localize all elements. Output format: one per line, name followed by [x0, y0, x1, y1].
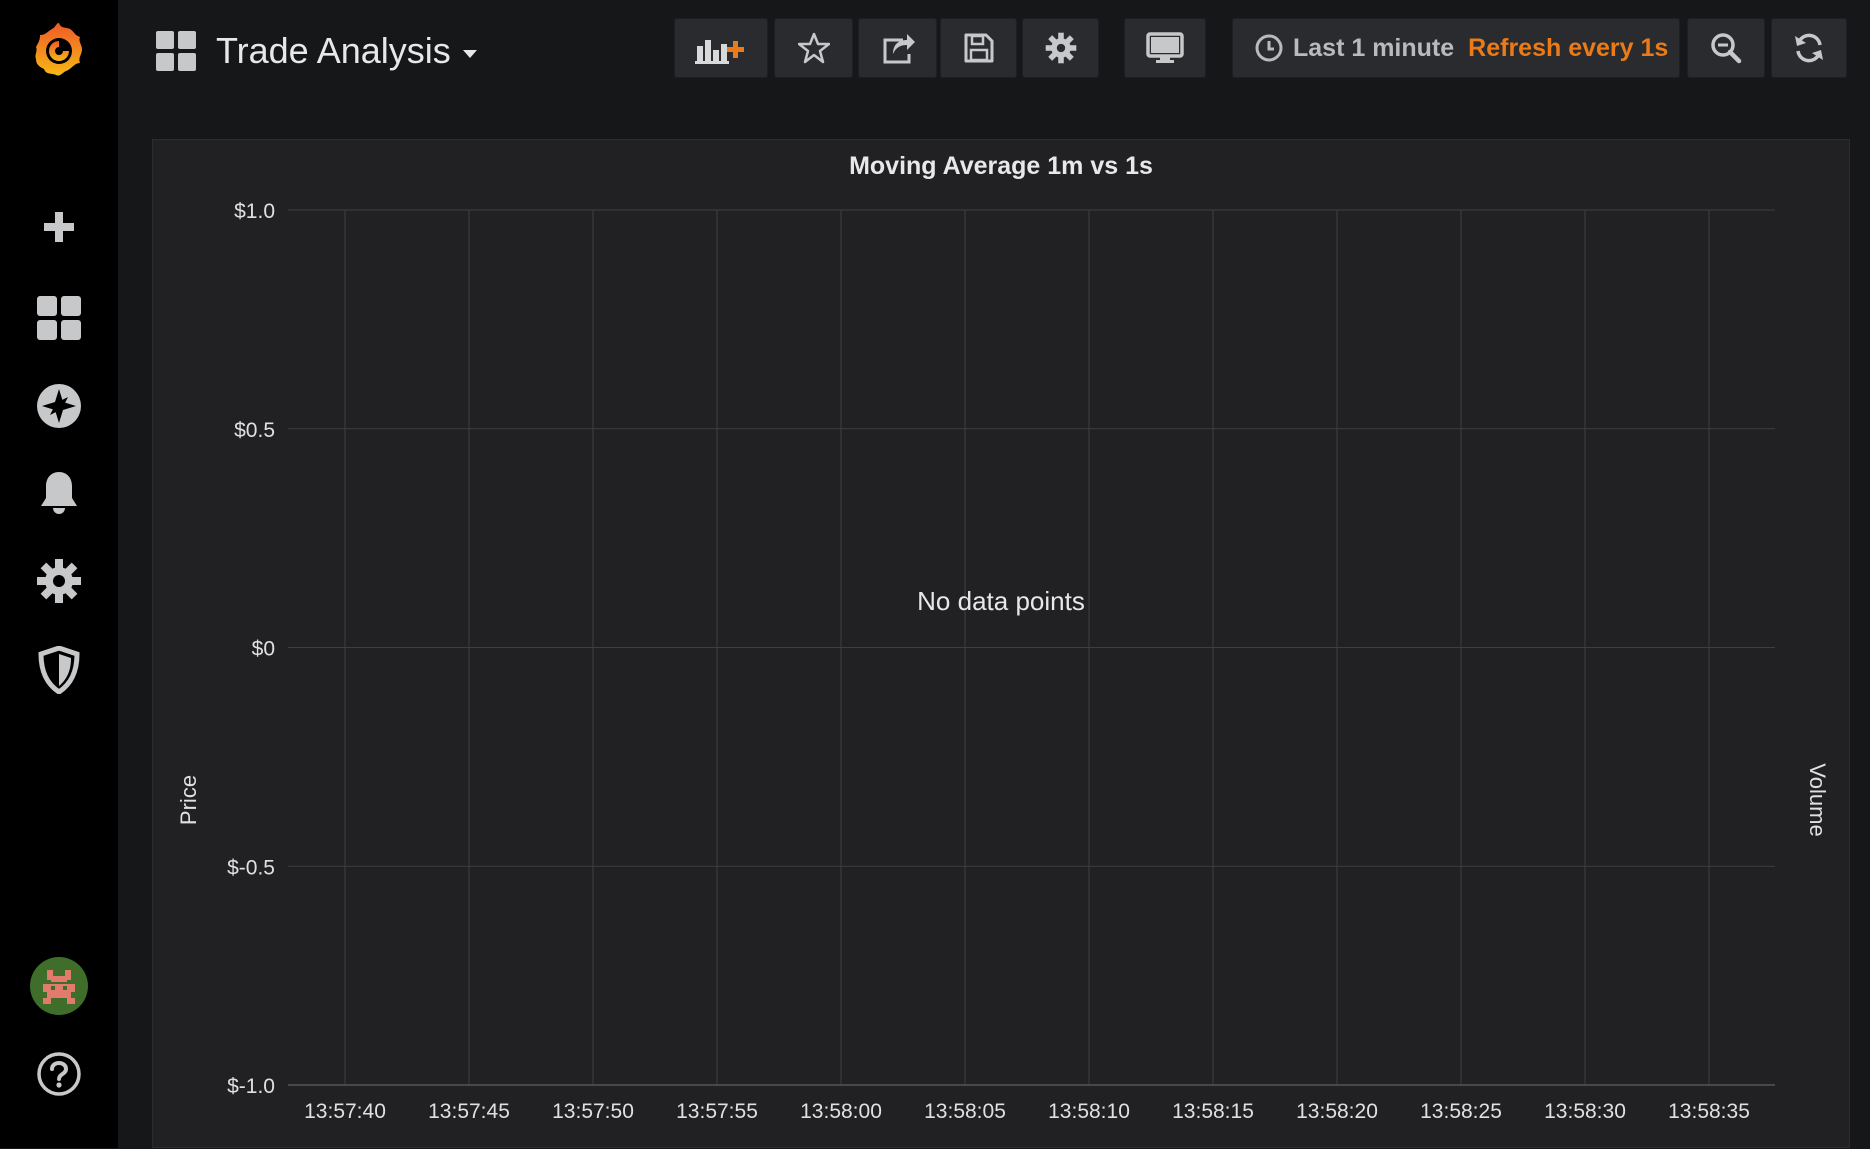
x-tick-label: 13:58:10 — [1048, 1100, 1130, 1123]
y-tick-label: $-1.0 — [227, 1075, 275, 1098]
refresh-button[interactable] — [1771, 18, 1847, 78]
explore-compass-icon[interactable] — [0, 366, 118, 446]
dashboard-title-text: Trade Analysis — [216, 30, 451, 71]
chart-canvas[interactable]: $1.0 $0.5 $0 $-0.5 $-1.0 13:57:40 13:57:45 13:5… — [153, 140, 1851, 1149]
time-picker-button[interactable]: Last 1 minute Refresh every 1s — [1232, 18, 1680, 78]
help-icon[interactable] — [0, 1034, 118, 1114]
x-tick-label: 13:58:35 — [1668, 1100, 1750, 1123]
x-tick-label: 13:57:55 — [676, 1100, 758, 1123]
grafana-logo-icon[interactable] — [0, 10, 118, 90]
x-tick-label: 13:57:40 — [304, 1100, 386, 1123]
no-data-message: No data points — [917, 586, 1085, 616]
x-tick-label: 13:58:30 — [1544, 1100, 1626, 1123]
y-tick-label: $1.0 — [234, 200, 275, 223]
y-tick-label: $0 — [252, 638, 275, 661]
sidebar — [0, 0, 118, 1148]
avatar[interactable] — [0, 946, 118, 1026]
y-tick-label: $0.5 — [234, 419, 275, 442]
save-icon — [964, 33, 993, 63]
settings-icon — [1045, 32, 1076, 64]
tv-mode-icon — [1146, 32, 1184, 63]
x-tick-label: 13:58:25 — [1420, 1100, 1502, 1123]
refresh-interval-label: Refresh every 1s — [1468, 33, 1669, 62]
dashboards-icon — [156, 31, 196, 71]
star-icon — [797, 32, 830, 64]
share-icon — [883, 34, 915, 64]
graph-panel[interactable]: Moving Average 1m vs 1s Price Volume $1.… — [152, 139, 1850, 1148]
save-button[interactable] — [940, 18, 1017, 78]
x-tick-label: 13:58:00 — [800, 1100, 882, 1123]
shield-icon[interactable] — [0, 630, 118, 710]
x-tick-label: 13:57:50 — [552, 1100, 634, 1123]
zoom-out-button[interactable] — [1687, 18, 1765, 78]
dashboards-icon[interactable] — [0, 278, 118, 358]
x-tick-label: 13:58:15 — [1172, 1100, 1254, 1123]
x-tick-label: 13:58:05 — [924, 1100, 1006, 1123]
plus-icon[interactable] — [0, 187, 118, 267]
settings-button[interactable] — [1022, 18, 1099, 78]
y-tick-label: $-0.5 — [227, 856, 275, 879]
share-button[interactable] — [858, 18, 937, 78]
bell-icon[interactable] — [0, 453, 118, 533]
zoom-out-icon — [1711, 33, 1742, 64]
x-tick-label: 13:57:45 — [428, 1100, 510, 1123]
dashboard-title[interactable]: Trade Analysis — [156, 26, 477, 76]
clock-icon — [1255, 34, 1283, 62]
tv-mode-button[interactable] — [1124, 18, 1206, 78]
star-button[interactable] — [774, 18, 853, 78]
chevron-down-icon — [462, 50, 477, 58]
refresh-icon — [1795, 33, 1823, 63]
add-panel-icon — [695, 40, 744, 64]
time-range-label: Last 1 minute — [1293, 33, 1455, 62]
x-tick-label: 13:58:20 — [1296, 1100, 1378, 1123]
add-panel-button[interactable] — [674, 18, 768, 78]
gear-icon[interactable] — [0, 541, 118, 621]
